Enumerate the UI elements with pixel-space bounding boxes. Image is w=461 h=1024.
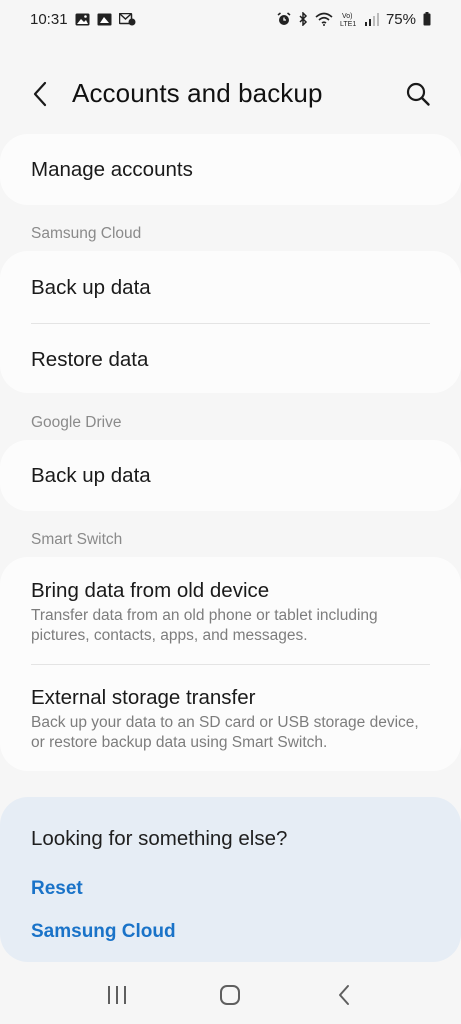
manage-accounts-item[interactable]: Manage accounts bbox=[0, 134, 461, 205]
section-label-smart-switch: Smart Switch bbox=[31, 531, 123, 548]
samsung-cloud-link[interactable]: Samsung Cloud bbox=[31, 921, 176, 943]
external-storage-label: External storage transfer bbox=[31, 686, 256, 709]
navigation-bar bbox=[0, 966, 461, 1024]
samsung-cloud-restore-item[interactable]: Restore data bbox=[0, 323, 461, 393]
search-icon bbox=[406, 82, 430, 106]
search-button[interactable] bbox=[403, 79, 433, 109]
svg-text:Vo): Vo) bbox=[342, 13, 353, 20]
section-label-samsung-cloud: Samsung Cloud bbox=[31, 225, 142, 242]
svg-text:LTE1: LTE1 bbox=[340, 21, 356, 27]
home-button[interactable] bbox=[210, 975, 250, 1015]
alarm-icon bbox=[277, 12, 291, 26]
status-time: 10:31 bbox=[30, 10, 68, 28]
app-bar: Accounts and backup bbox=[0, 70, 461, 118]
section-label-google-drive: Google Drive bbox=[31, 414, 122, 431]
recents-button[interactable] bbox=[97, 975, 137, 1015]
samsung-cloud-backup-item[interactable]: Back up data bbox=[0, 251, 461, 323]
battery-icon bbox=[423, 12, 431, 26]
accounts-and-backup-screen: 10:31 Vo) LTE1 75% Accounts and backup M… bbox=[0, 0, 461, 1024]
bluetooth-icon bbox=[298, 12, 308, 26]
backup-data-label: Back up data bbox=[31, 464, 151, 487]
signal-icon bbox=[364, 12, 379, 26]
page-title: Accounts and backup bbox=[72, 78, 323, 108]
backup-data-label: Back up data bbox=[31, 276, 151, 299]
back-icon bbox=[339, 985, 350, 1005]
bring-data-subtitle: Transfer data from an old phone or table… bbox=[31, 607, 378, 644]
samsung-cloud-card: Back up data Restore data bbox=[0, 251, 461, 393]
back-button[interactable] bbox=[26, 80, 54, 108]
battery-percent: 75% bbox=[385, 10, 416, 28]
home-icon bbox=[220, 985, 241, 1005]
google-drive-card: Back up data bbox=[0, 440, 461, 511]
external-storage-item[interactable]: External storage transfer Back up your d… bbox=[0, 664, 461, 771]
suggestions-title: Looking for something else? bbox=[31, 827, 288, 850]
gallery-icon bbox=[75, 13, 90, 26]
message-icon bbox=[118, 12, 136, 26]
bring-data-label: Bring data from old device bbox=[31, 579, 270, 602]
status-right: Vo) LTE1 75% bbox=[277, 11, 431, 28]
reset-link[interactable]: Reset bbox=[31, 878, 83, 900]
external-storage-subtitle: Back up your data to an SD card or USB s… bbox=[31, 714, 419, 751]
smart-switch-card: Bring data from old device Transfer data… bbox=[0, 557, 461, 771]
chevron-left-icon bbox=[33, 81, 47, 107]
volte-icon: Vo) LTE1 bbox=[340, 11, 358, 27]
suggestions-card: Looking for something else? Reset Samsun… bbox=[0, 797, 461, 962]
image-icon bbox=[97, 13, 112, 26]
recents-icon bbox=[107, 986, 126, 1004]
status-bar: 10:31 Vo) LTE1 75% bbox=[0, 0, 461, 38]
nav-back-button[interactable] bbox=[324, 975, 364, 1015]
bring-data-item[interactable]: Bring data from old device Transfer data… bbox=[0, 557, 461, 664]
status-left: 10:31 bbox=[30, 11, 136, 28]
manage-accounts-label: Manage accounts bbox=[31, 158, 193, 181]
manage-accounts-card: Manage accounts bbox=[0, 134, 461, 205]
wifi-icon bbox=[315, 12, 333, 26]
google-drive-backup-item[interactable]: Back up data bbox=[0, 440, 461, 511]
restore-data-label: Restore data bbox=[31, 348, 149, 371]
